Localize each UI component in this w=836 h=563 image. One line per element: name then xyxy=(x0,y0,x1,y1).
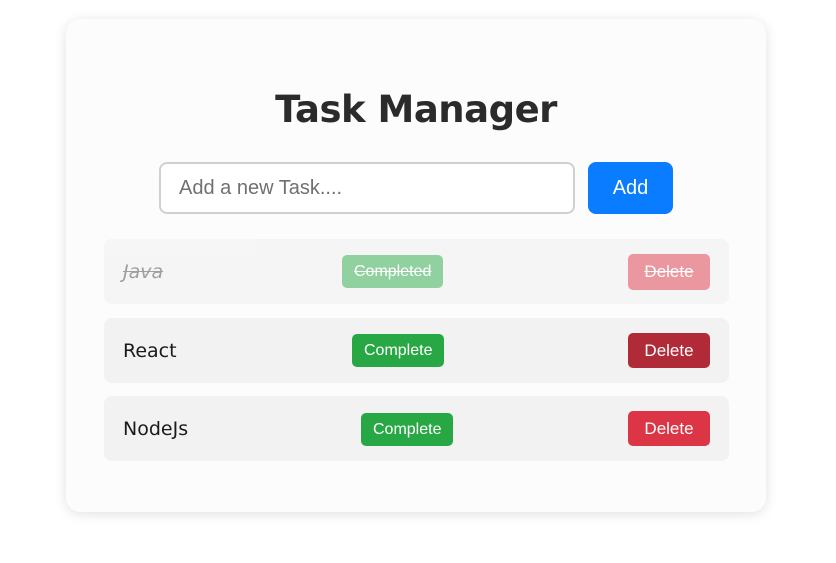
task-name: Java xyxy=(123,261,164,283)
add-task-button[interactable]: Add xyxy=(588,162,673,214)
delete-button[interactable]: Delete xyxy=(628,333,710,368)
task-manager-card: Task Manager Add Java Completed Delete R… xyxy=(66,19,766,512)
delete-button[interactable]: Delete xyxy=(628,411,710,446)
delete-button[interactable]: Delete xyxy=(628,254,710,290)
task-item-nodejs: NodeJs Complete Delete xyxy=(104,396,729,461)
task-item-java: Java Completed Delete xyxy=(104,239,729,304)
complete-button[interactable]: Completed xyxy=(342,255,444,288)
complete-button[interactable]: Complete xyxy=(361,413,454,446)
page-title: Task Manager xyxy=(275,88,557,131)
task-name: NodeJs xyxy=(123,418,189,440)
task-name: React xyxy=(123,340,177,362)
task-item-react: React Complete Delete xyxy=(104,318,729,383)
new-task-input[interactable] xyxy=(159,162,575,214)
complete-button[interactable]: Complete xyxy=(352,334,445,367)
